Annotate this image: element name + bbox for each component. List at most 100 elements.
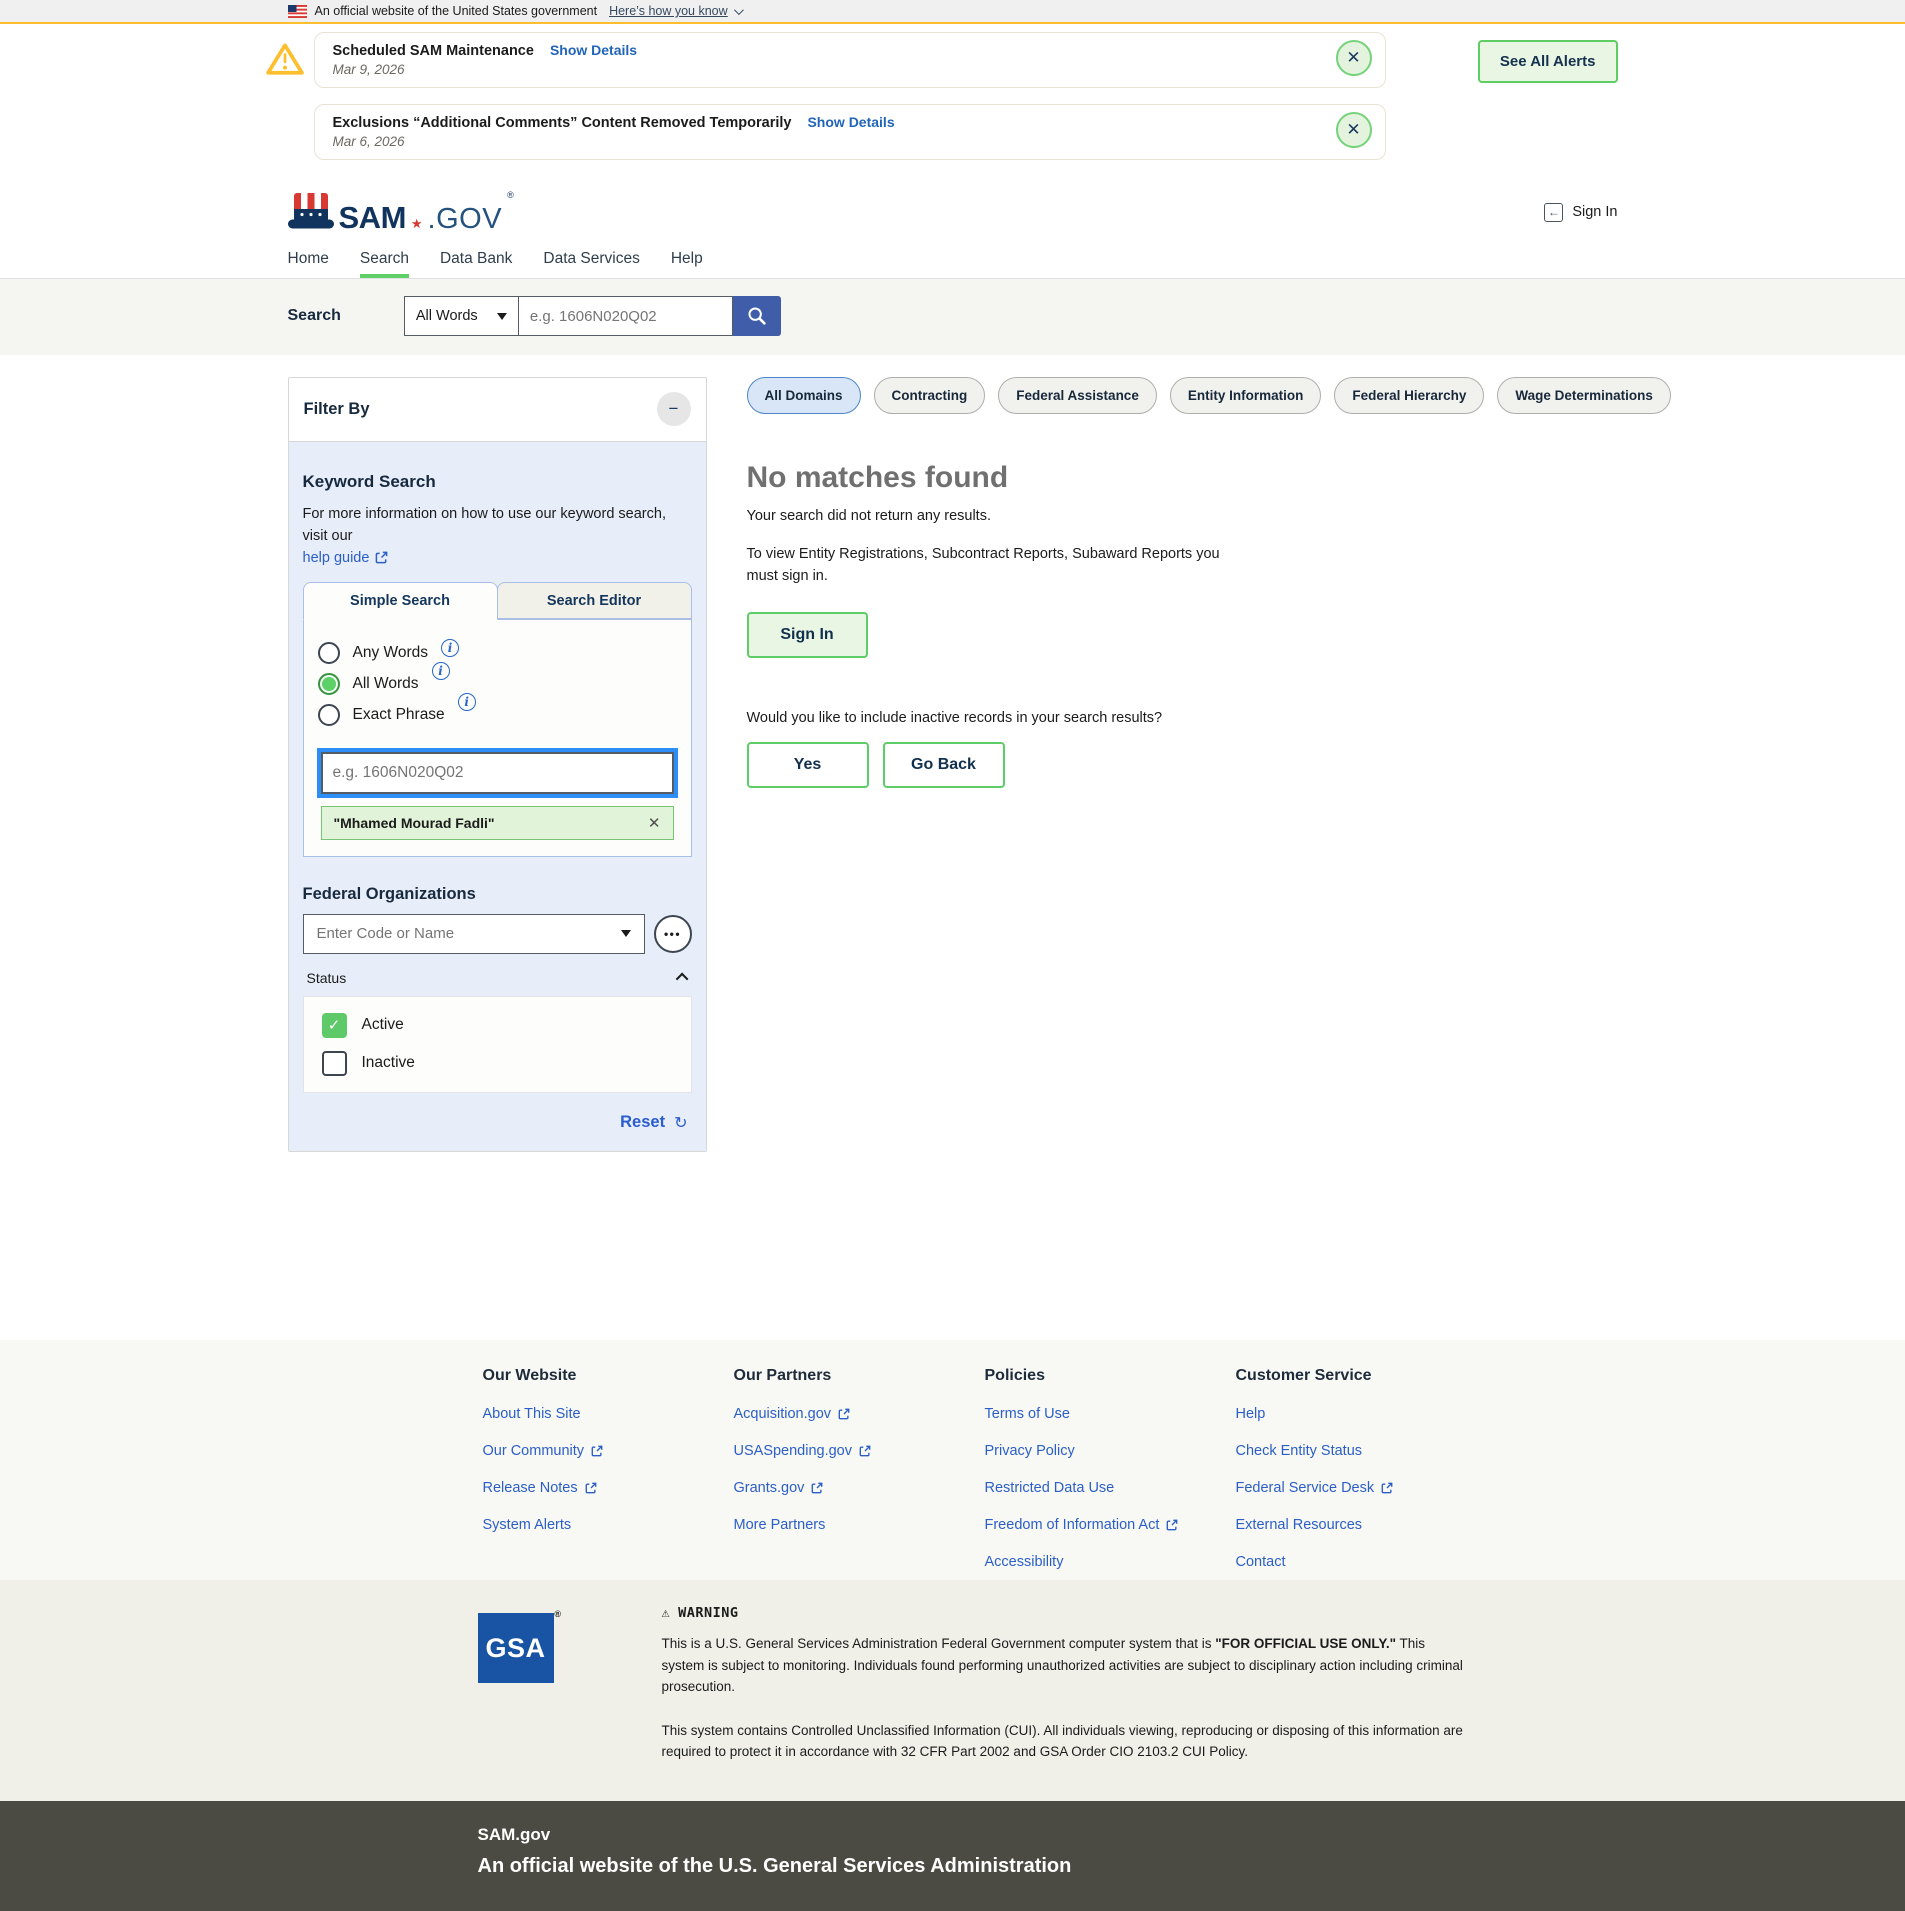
federal-orgs-heading: Federal Organizations xyxy=(303,885,692,904)
alert-title: Exclusions “Additional Comments” Content… xyxy=(333,115,792,131)
alert-date: Mar 6, 2026 xyxy=(333,134,1315,149)
nav-item-help[interactable]: Help xyxy=(671,244,703,278)
logo-text-sam: SAM xyxy=(339,204,406,232)
radio-all-words-label: All Words xyxy=(353,675,419,693)
sam-gov-logo[interactable]: SAM★.GOV® xyxy=(288,192,514,232)
see-all-alerts-button[interactable]: See All Alerts xyxy=(1478,40,1618,83)
nav-item-data-services[interactable]: Data Services xyxy=(543,244,639,278)
tab-simple-search[interactable]: Simple Search xyxy=(303,582,498,620)
alert-show-details-link[interactable]: Show Details xyxy=(807,114,894,130)
tab-search-editor[interactable]: Search Editor xyxy=(497,582,692,619)
external-link-icon xyxy=(585,1482,597,1494)
footer-link-federal-service-desk[interactable]: Federal Service Desk xyxy=(1236,1480,1487,1496)
header-sign-in-link[interactable]: ← Sign In xyxy=(1544,203,1617,222)
domain-tab-entity-information[interactable]: Entity Information xyxy=(1170,377,1322,414)
federal-orgs-select[interactable]: Enter Code or Name xyxy=(303,914,645,954)
sign-in-button[interactable]: Sign In xyxy=(747,612,868,658)
footer-link-release-notes[interactable]: Release Notes xyxy=(483,1480,734,1496)
footer-link-help[interactable]: Help xyxy=(1236,1406,1487,1422)
alerts-section: Scheduled SAM Maintenance Show Details M… xyxy=(0,24,1905,172)
info-icon[interactable]: i xyxy=(458,693,476,711)
search-submit-button[interactable] xyxy=(733,296,781,336)
radio-exact-phrase[interactable] xyxy=(318,704,340,726)
footer-link-check-entity-status[interactable]: Check Entity Status xyxy=(1236,1443,1487,1459)
logo-text-gov: .GOV xyxy=(428,206,503,232)
close-icon: ✕ xyxy=(1346,120,1360,140)
footer-link-external-resources[interactable]: External Resources xyxy=(1236,1517,1487,1533)
external-link-icon xyxy=(838,1408,850,1420)
inactive-records-question: Would you like to include inactive recor… xyxy=(747,710,1671,726)
alert-card: Exclusions “Additional Comments” Content… xyxy=(314,104,1386,160)
reset-link[interactable]: Reset↻ xyxy=(620,1113,687,1133)
caret-down-icon xyxy=(497,313,507,320)
external-link-icon xyxy=(811,1482,823,1494)
help-guide-link[interactable]: help guide xyxy=(303,550,389,566)
nav-item-home[interactable]: Home xyxy=(288,244,329,278)
footer-link-contact[interactable]: Contact xyxy=(1236,1554,1487,1570)
footer-link-acquisition-gov[interactable]: Acquisition.gov xyxy=(734,1406,985,1422)
footer-link-usaspending-gov[interactable]: USASpending.gov xyxy=(734,1443,985,1459)
ellipsis-icon: ••• xyxy=(664,927,681,941)
external-link-icon xyxy=(1166,1519,1178,1531)
footer-heading: Policies xyxy=(985,1367,1236,1385)
keyword-chip: "Mhamed Mourad Fadli" ✕ xyxy=(321,806,674,840)
domain-tab-all-domains[interactable]: All Domains xyxy=(747,377,861,414)
radio-all-words[interactable] xyxy=(318,673,340,695)
go-back-button[interactable]: Go Back xyxy=(883,742,1005,788)
alert-show-details-link[interactable]: Show Details xyxy=(550,42,637,58)
banner-text: An official website of the United States… xyxy=(315,4,598,18)
keyword-search-input[interactable] xyxy=(321,752,674,794)
chip-close-icon[interactable]: ✕ xyxy=(648,814,661,832)
footer-link-system-alerts[interactable]: System Alerts xyxy=(483,1517,734,1533)
footer-column-our-website: Our Website About This Site Our Communit… xyxy=(483,1367,734,1570)
search-type-select[interactable]: All Words xyxy=(404,296,519,336)
footer-links-section: Our Website About This Site Our Communit… xyxy=(0,1340,1905,1580)
warning-paragraph-1: This is a U.S. General Services Administ… xyxy=(662,1633,1467,1698)
domain-tab-federal-assistance[interactable]: Federal Assistance xyxy=(998,377,1157,414)
footer-column-customer-service: Customer Service Help Check Entity Statu… xyxy=(1236,1367,1487,1570)
footer-heading: Customer Service xyxy=(1236,1367,1487,1385)
nav-item-data-bank[interactable]: Data Bank xyxy=(440,244,512,278)
reset-icon: ↻ xyxy=(674,1113,687,1133)
alert-close-button[interactable]: ✕ xyxy=(1336,112,1372,148)
footer-link-more-partners[interactable]: More Partners xyxy=(734,1517,985,1533)
us-flag-icon xyxy=(288,5,307,18)
alert-close-button[interactable]: ✕ xyxy=(1336,40,1372,76)
footer-link-restricted-data-use[interactable]: Restricted Data Use xyxy=(985,1480,1236,1496)
chevron-up-icon[interactable] xyxy=(675,973,688,986)
caret-down-icon xyxy=(621,930,631,937)
footer-link-terms-of-use[interactable]: Terms of Use xyxy=(985,1406,1236,1422)
footer-link-our-community[interactable]: Our Community xyxy=(483,1443,734,1459)
nav-item-search[interactable]: Search xyxy=(360,244,409,278)
domain-tab-federal-hierarchy[interactable]: Federal Hierarchy xyxy=(1334,377,1484,414)
search-label: Search xyxy=(288,307,341,325)
sign-in-note: To view Entity Registrations, Subcontrac… xyxy=(747,543,1252,588)
logo-star-icon: ★ xyxy=(411,217,423,232)
checkbox-inactive[interactable] xyxy=(322,1051,347,1076)
footer-link-foia[interactable]: Freedom of Information Act xyxy=(985,1517,1236,1533)
sign-in-arrow-icon: ← xyxy=(1544,203,1563,222)
radio-any-words-label: Any Words xyxy=(353,644,429,662)
global-search-input[interactable] xyxy=(519,296,733,336)
domain-tab-contracting[interactable]: Contracting xyxy=(874,377,986,414)
filter-collapse-button[interactable]: − xyxy=(657,392,691,426)
footer-link-grants-gov[interactable]: Grants.gov xyxy=(734,1480,985,1496)
checkbox-inactive-label: Inactive xyxy=(362,1054,415,1072)
footer-site-name: SAM.gov xyxy=(478,1825,1618,1845)
radio-any-words[interactable] xyxy=(318,642,340,664)
sign-in-label: Sign In xyxy=(1572,204,1617,220)
checkbox-active[interactable]: ✓ xyxy=(322,1013,347,1038)
footer-link-accessibility[interactable]: Accessibility xyxy=(985,1554,1236,1570)
main-nav: Home Search Data Bank Data Services Help xyxy=(0,244,1905,279)
domain-tab-wage-determinations[interactable]: Wage Determinations xyxy=(1497,377,1671,414)
banner-how-link[interactable]: Here’s how you know xyxy=(609,4,741,18)
alert-title: Scheduled SAM Maintenance xyxy=(333,43,534,59)
info-icon[interactable]: i xyxy=(432,662,450,680)
footer-link-privacy-policy[interactable]: Privacy Policy xyxy=(985,1443,1236,1459)
external-link-icon xyxy=(1381,1482,1393,1494)
info-icon[interactable]: i xyxy=(441,639,459,657)
footer-heading: Our Partners xyxy=(734,1367,985,1385)
yes-button[interactable]: Yes xyxy=(747,742,869,788)
footer-link-about-this-site[interactable]: About This Site xyxy=(483,1406,734,1422)
federal-orgs-more-button[interactable]: ••• xyxy=(654,915,692,953)
